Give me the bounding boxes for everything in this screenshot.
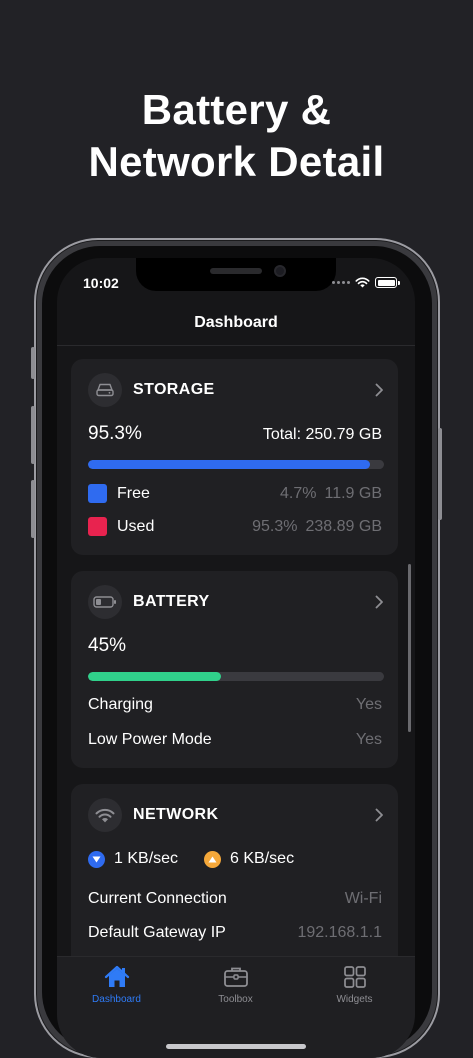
charging-row: Charging Yes <box>88 696 382 714</box>
used-label: Used <box>117 517 155 535</box>
connection-value: Wi-Fi <box>344 890 382 907</box>
battery-progress-bar <box>88 672 384 681</box>
status-icons <box>332 277 400 288</box>
connection-label: Current Connection <box>88 890 227 907</box>
storage-card-header: STORAGE <box>88 373 215 407</box>
storage-progress-fill <box>88 460 371 469</box>
charging-label: Charging <box>88 696 153 713</box>
tab-toolbox-label: Toolbox <box>218 994 253 1005</box>
scrollbar[interactable] <box>408 564 411 732</box>
free-size: 11.9 GB <box>324 484 382 502</box>
page-title: Dashboard <box>194 314 278 331</box>
low-power-label: Low Power Mode <box>88 731 212 748</box>
tab-widgets-label: Widgets <box>336 994 373 1005</box>
upload-speed-value: 6 KB/sec <box>230 850 295 867</box>
battery-icon <box>88 585 122 619</box>
chevron-right-icon[interactable] <box>375 808 384 822</box>
battery-progress-fill <box>88 672 222 681</box>
upload-speed: 6 KB/sec <box>204 850 294 868</box>
free-percent: 4.7% <box>280 484 317 502</box>
network-card-header: NETWORK <box>88 798 218 832</box>
charging-value: Yes <box>355 696 382 713</box>
low-power-value: Yes <box>355 731 382 748</box>
storage-title: STORAGE <box>133 381 215 398</box>
gateway-value: 192.168.1.1 <box>297 924 382 941</box>
volume-down-button <box>31 480 35 538</box>
home-indicator[interactable] <box>166 1044 306 1049</box>
connection-row: Current Connection Wi-Fi <box>88 890 382 908</box>
upload-arrow-icon <box>204 850 222 868</box>
network-speed-row: 1 KB/sec 6 KB/sec <box>88 850 294 868</box>
network-card[interactable]: NETWORK 1 KB/sec 6 KB/sec Current Connec… <box>71 784 398 984</box>
mute-switch <box>31 347 35 379</box>
tab-dashboard-label: Dashboard <box>92 994 141 1005</box>
battery-title: BATTERY <box>133 593 210 610</box>
status-time: 10:02 <box>83 275 119 291</box>
front-camera <box>274 265 286 277</box>
promo-title: Battery & Network Detail <box>88 86 385 185</box>
storage-progress-bar <box>88 460 384 469</box>
power-button <box>438 428 442 520</box>
speaker-grille <box>210 268 262 274</box>
chevron-right-icon[interactable] <box>375 595 384 609</box>
download-speed-value: 1 KB/sec <box>114 850 179 867</box>
used-percent: 95.3% <box>252 517 298 535</box>
volume-up-button <box>31 406 35 464</box>
tab-toolbox[interactable]: Toolbox <box>176 965 295 1005</box>
battery-level: 45% <box>88 635 127 656</box>
download-speed: 1 KB/sec <box>88 850 178 868</box>
storage-total: Total: 250.79 GB <box>262 426 382 443</box>
tab-bar: Dashboard Toolbox Widgets <box>57 956 415 1058</box>
used-swatch <box>88 517 107 536</box>
signal-dots-icon <box>332 281 350 284</box>
storage-card[interactable]: STORAGE 95.3% Total: 250.79 GB Free 4.7%… <box>71 359 398 555</box>
hard-drive-icon <box>88 373 122 407</box>
chevron-right-icon[interactable] <box>375 383 384 397</box>
gateway-row: Default Gateway IP 192.168.1.1 <box>88 924 382 942</box>
free-swatch <box>88 484 107 503</box>
tab-widgets[interactable]: Widgets <box>295 965 414 1005</box>
grid-icon <box>343 966 366 988</box>
wifi-status-icon <box>355 277 370 288</box>
battery-status-icon <box>375 277 400 288</box>
gateway-label: Default Gateway IP <box>88 924 226 941</box>
notch <box>136 258 336 291</box>
battery-card[interactable]: BATTERY 45% Charging Yes Low Power Mode … <box>71 571 398 768</box>
toolbox-icon <box>223 967 248 987</box>
wifi-icon <box>88 798 122 832</box>
free-label: Free <box>117 484 150 502</box>
battery-card-header: BATTERY <box>88 585 210 619</box>
used-size: 238.89 GB <box>305 517 383 535</box>
storage-free-row: Free 4.7% 11.9 GB <box>88 484 382 503</box>
download-arrow-icon <box>88 850 105 868</box>
phone-screen: 10:02 Dashboard STORAGE 95.3% Total: 250… <box>57 258 415 1058</box>
storage-used-row: Used 95.3% 238.89 GB <box>88 517 382 536</box>
nav-divider <box>57 345 415 346</box>
network-title: NETWORK <box>133 806 219 823</box>
low-power-row: Low Power Mode Yes <box>88 731 382 749</box>
house-icon <box>104 965 129 987</box>
storage-used-percent: 95.3% <box>88 423 142 444</box>
tab-dashboard[interactable]: Dashboard <box>57 965 176 1005</box>
